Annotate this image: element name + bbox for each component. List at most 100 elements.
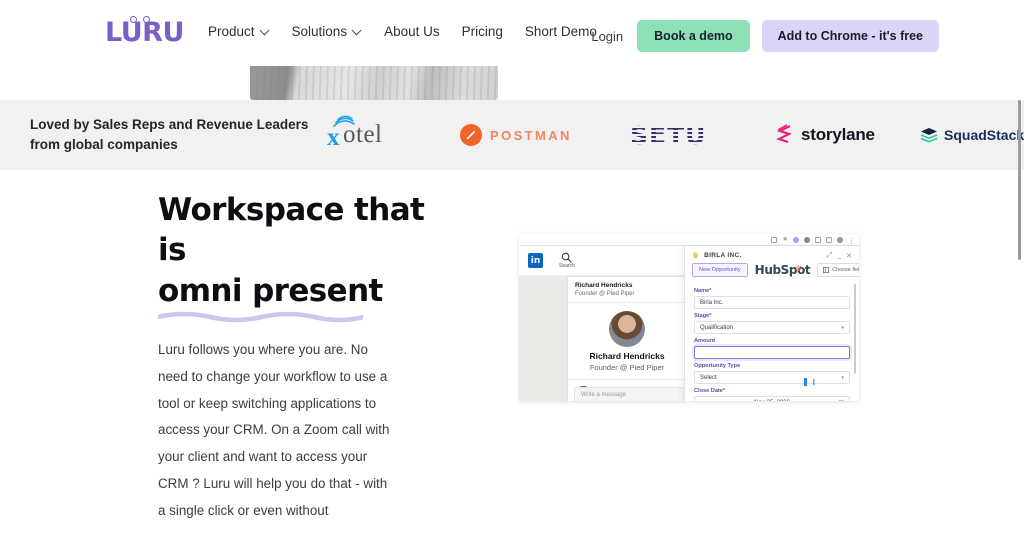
hero-title-line-1: Workspace that is	[158, 192, 425, 269]
expand-icon[interactable]: ⤢	[827, 252, 833, 260]
exotel-x-glyph: x	[327, 124, 340, 151]
chevron-down-icon: ▾	[841, 324, 844, 331]
linkedin-card-name: Richard Hendricks	[575, 282, 633, 289]
product-screenshot: ★ ⋮ in Search Richard Hendricks Founder …	[519, 234, 859, 401]
top-navbar: LURU Product Solutions About Us Pricing …	[0, 0, 1024, 66]
hero-section: Workspace that is omni present Luru foll…	[0, 170, 1024, 533]
wavy-underline-icon	[158, 311, 363, 323]
hubspot-side-panel: ♛ BIRLA INC. ⤢ _ ✕ New Opportunity HubSp…	[684, 246, 859, 401]
split-view-icon	[815, 236, 821, 243]
postman-rocket-icon	[460, 124, 482, 146]
choose-fields-label: Choose fields	[832, 267, 859, 273]
social-proof-caption: Loved by Sales Reps and Revenue Leaders …	[30, 115, 308, 156]
crown-icon: ♛	[692, 251, 700, 260]
field-value-close-date: Nov 25, 2022	[754, 400, 790, 402]
storylane-s-icon	[776, 124, 792, 144]
hubspot-company-name: BIRLA INC.	[704, 252, 742, 259]
caption-line-1: Loved by Sales Reps and Revenue Leaders	[30, 116, 309, 132]
field-input-name[interactable]: Birla Inc.	[694, 296, 850, 309]
caption-line-2: from global companies	[30, 137, 178, 152]
linkedin-search[interactable]: Search	[559, 252, 575, 269]
linkedin-body: Richard Hendricks Founder @ Pied Piper R…	[519, 276, 687, 401]
nav-item-solutions[interactable]: Solutions	[292, 24, 363, 39]
hero-paragraph: Luru follows you where you are. No need …	[158, 341, 390, 518]
logo-postman: POSTMAN	[460, 124, 630, 146]
nav-item-solutions-label: Solutions	[291, 24, 348, 39]
window-icon	[826, 236, 832, 243]
calendar-icon: ▣	[838, 399, 844, 401]
nav-item-pricing[interactable]: Pricing	[462, 24, 503, 39]
hubspot-panel-toolbar: New Opportunity HubSpot ✲ Choose fields	[685, 263, 859, 282]
social-proof-band: Loved by Sales Reps and Revenue Leaders …	[0, 100, 1024, 170]
linkedin-card-header: Richard Hendricks Founder @ Pied Piper	[568, 277, 686, 303]
field-select-opportunity-type[interactable]: Select ▾	[694, 371, 850, 384]
company-logos: x otel POSTMAN SETU storylane SquadStack	[327, 100, 1024, 170]
stack-layers-icon	[920, 128, 938, 143]
nav-links: Product Solutions About Us Pricing Short…	[208, 24, 597, 39]
nav-item-short-demo-label: Short Demo	[524, 24, 597, 39]
hero-text-column: Workspace that is omni present Luru foll…	[158, 190, 458, 533]
nav-item-short-demo[interactable]: Short Demo	[525, 24, 597, 39]
book-a-demo-button[interactable]: Book a demo	[637, 20, 750, 52]
linkedin-profile-block: Richard Hendricks Founder @ Pied Piper	[568, 303, 686, 380]
linkedin-header: in Search	[519, 246, 684, 276]
hubspot-window-controls: ⤢ _ ✕	[827, 252, 852, 260]
linkedin-logo-icon: in	[528, 253, 543, 268]
chevron-down-icon	[353, 26, 362, 35]
chevron-down-icon: ▾	[841, 374, 844, 381]
previous-section-photo	[250, 62, 498, 100]
profile-name: Richard Hendricks	[589, 350, 665, 361]
share-icon	[771, 236, 777, 243]
profile-role: Founder @ Pied Piper	[589, 362, 665, 372]
logo-setu-label: SETU	[630, 120, 707, 150]
hubspot-panel-header: ♛ BIRLA INC. ⤢ _ ✕	[685, 246, 859, 263]
page-title: Workspace that is omni present	[158, 190, 458, 323]
linkedin-search-label: Search	[559, 263, 575, 269]
field-select-stage[interactable]: Qualification ▾	[694, 321, 850, 334]
luru-logo[interactable]: LURU	[105, 16, 184, 48]
logo-postman-label: POSTMAN	[490, 127, 572, 143]
extensions-puzzle-icon	[804, 236, 810, 243]
profile-avatar	[609, 310, 645, 347]
add-to-chrome-button[interactable]: Add to Chrome - it's free	[761, 20, 939, 52]
luru-logo-eyes-icon	[130, 16, 150, 23]
page-root: LURU Product Solutions About Us Pricing …	[0, 0, 1024, 533]
nav-item-product-label: Product	[208, 24, 255, 39]
logo-storylane: storylane	[775, 123, 920, 147]
write-a-message-input[interactable]: Write a message	[574, 387, 686, 401]
browser-toolbar: ★ ⋮	[519, 234, 859, 246]
field-value-opportunity-type: Select	[700, 374, 717, 381]
sprocket-icon: ✲	[794, 264, 802, 273]
hubspot-brand-text: HubSpot	[754, 263, 811, 277]
hubspot-brand-logo: HubSpot ✲	[755, 263, 811, 277]
logo-storylane-label: storylane	[801, 125, 875, 144]
luru-logo-text: LURU	[105, 17, 184, 48]
text-cursor-caret	[804, 378, 807, 386]
logo-exotel: x otel	[327, 115, 460, 151]
field-input-close-date[interactable]: Nov 25, 2022 ▣	[694, 396, 850, 401]
logo-setu: SETU	[630, 121, 775, 150]
linkedin-card-role: Founder @ Pied Piper	[575, 290, 635, 297]
chevron-down-icon	[261, 26, 270, 35]
field-label-stage: Stage*	[694, 313, 712, 319]
field-input-amount[interactable]	[694, 346, 850, 359]
linkedin-profile-card: Richard Hendricks Founder @ Pied Piper R…	[567, 276, 687, 401]
field-label-name: Name*	[694, 288, 712, 294]
tab-new-opportunity[interactable]: New Opportunity	[692, 263, 748, 277]
logo-squadstack: SquadStack	[920, 127, 1024, 143]
nav-item-about-us[interactable]: About Us	[384, 24, 440, 39]
close-icon[interactable]: ✕	[846, 252, 852, 260]
choose-fields-button[interactable]: Choose fields	[817, 263, 859, 277]
hubspot-opportunity-form: Name* Birla Inc. Stage* Qualification ▾ …	[685, 282, 859, 401]
hero-title-line-2: omni present	[158, 272, 383, 309]
hubspot-panel-scrollbar[interactable]	[853, 284, 856, 374]
login-link[interactable]: Login	[591, 29, 623, 44]
nav-item-product[interactable]: Product	[208, 24, 270, 39]
field-label-amount: Amount	[694, 338, 716, 344]
kebab-menu-icon: ⋮	[848, 237, 855, 245]
page-scrollbar[interactable]	[1018, 100, 1021, 260]
minimize-icon[interactable]: _	[837, 252, 841, 260]
avatar	[837, 236, 843, 243]
columns-icon	[823, 267, 830, 273]
nav-actions: Login Book a demo Add to Chrome - it's f…	[591, 20, 939, 52]
